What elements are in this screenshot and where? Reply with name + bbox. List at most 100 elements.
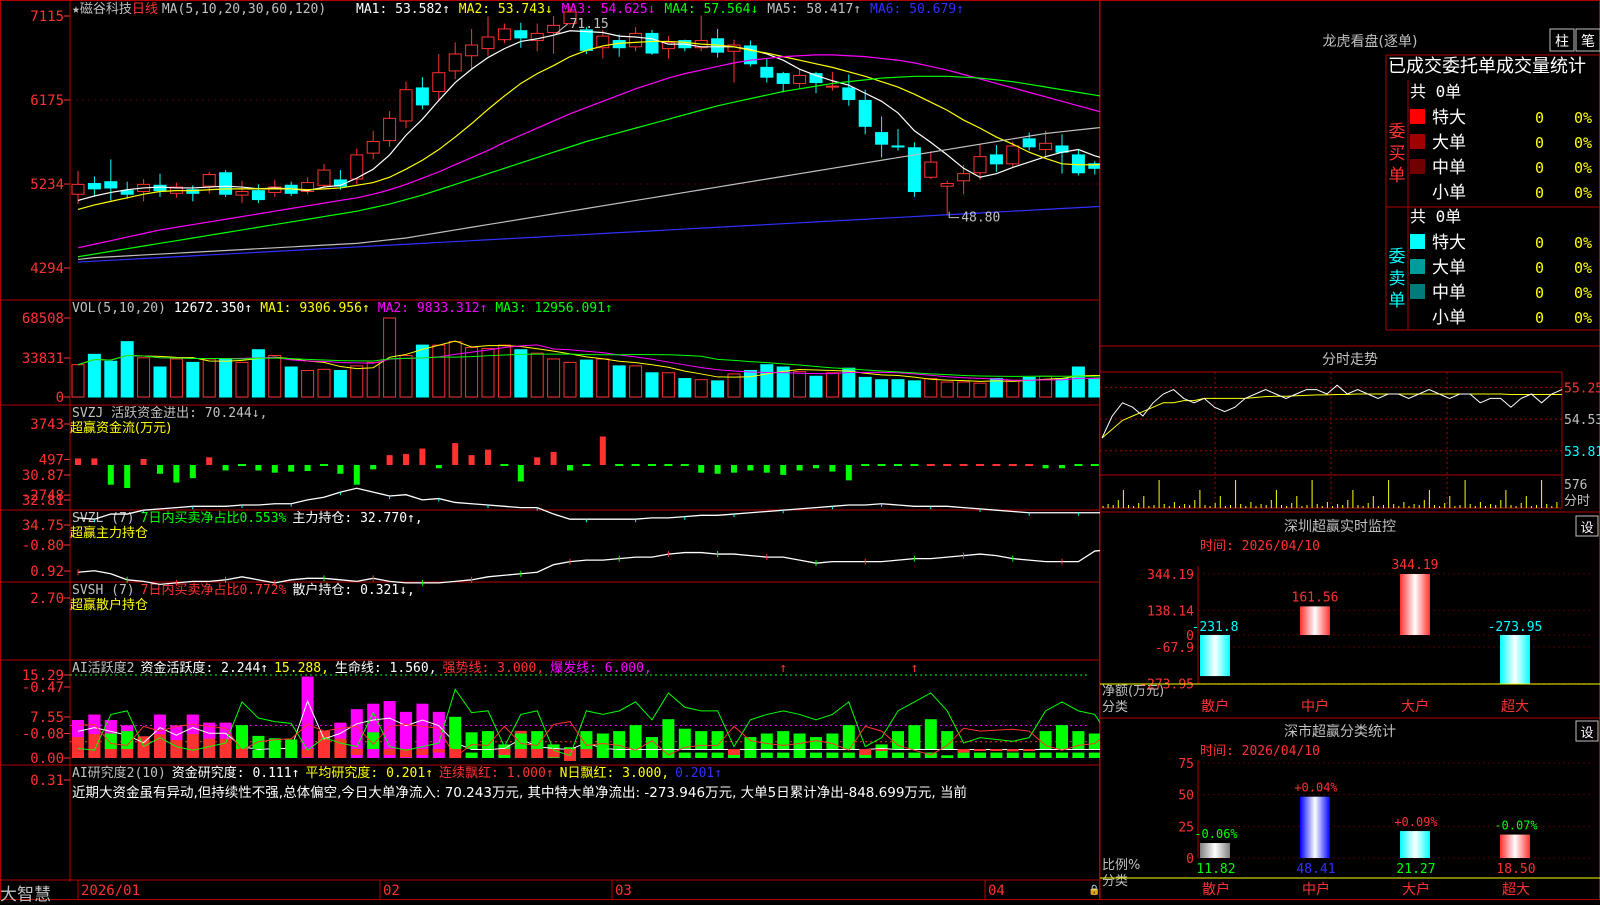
buy-row-value-0: 0 xyxy=(1535,109,1544,127)
classify-bar-value-1: 48.41 xyxy=(1296,862,1335,877)
svzj-bar-47 xyxy=(845,465,852,481)
aihy-label-2: 0.00 xyxy=(30,751,64,767)
monitor-bar-0 xyxy=(1200,635,1230,677)
candle-body-21 xyxy=(415,87,429,106)
svsh-label-0: 2.70 xyxy=(30,591,64,607)
svzj-bar-21 xyxy=(419,448,426,465)
main-chart-area[interactable]: 7115617552344294685083383103743497-27483… xyxy=(0,0,1100,900)
vol-bar-2 xyxy=(104,360,118,398)
aiyj-bar-36 xyxy=(662,719,675,749)
candle-body-59 xyxy=(1039,142,1053,151)
aiyj-label-2: -0.47 xyxy=(22,680,64,696)
candle-body-19 xyxy=(383,117,397,142)
aiyj-bar-11 xyxy=(252,735,265,749)
svzj-bar-29 xyxy=(550,451,557,465)
vol-bar-20 xyxy=(399,354,413,398)
aiyj-bar-8 xyxy=(203,749,216,755)
monitor-axis-4: -273.95 xyxy=(1139,678,1194,693)
aihy-bar-15 xyxy=(318,730,330,758)
vol-bar-51 xyxy=(907,380,921,398)
aihy-arrow-1: ↑ xyxy=(779,661,787,676)
aiyj-bar-40 xyxy=(728,749,740,755)
classify-date: 时间: 2026/04/10 xyxy=(1200,744,1320,759)
fenshi-chart[interactable]: 55.25 54.53 53.81 576分时 xyxy=(1100,371,1600,509)
aihy-cap-0 xyxy=(72,720,84,738)
bar-mode-label: 柱 xyxy=(1555,34,1569,50)
price-label-3: 4294 xyxy=(30,261,64,277)
vol-bar-14 xyxy=(301,369,315,398)
aiyj-bar-15 xyxy=(318,749,330,751)
brand-label: 大智慧 xyxy=(0,885,51,905)
vol-bar-7 xyxy=(186,361,200,398)
candle-body-58 xyxy=(1022,138,1036,148)
candle-body-42 xyxy=(760,66,774,78)
candle-body-0 xyxy=(71,183,85,195)
svzj-bar-28 xyxy=(534,457,541,465)
candle-body-8 xyxy=(202,174,216,187)
aiyj-bar-24 xyxy=(465,732,478,749)
vol-bar-52 xyxy=(924,378,938,398)
aiyj-bar-42 xyxy=(760,733,773,749)
svzj-bar-12 xyxy=(271,465,278,473)
sell-label-1: 卖 xyxy=(1389,269,1406,289)
monitor-bar-3 xyxy=(1500,635,1530,684)
aihy-bar-60 xyxy=(1056,752,1068,758)
candle-body-15 xyxy=(317,169,331,186)
candle-body-49 xyxy=(875,132,889,145)
aiyj-bar-34 xyxy=(629,725,642,749)
aiyj-bar-27 xyxy=(514,733,527,749)
aihy-bar-56 xyxy=(990,752,1003,758)
svg-text:VOL(5,10,20)12672.350↑MA1: 930: VOL(5,10,20) 12672.350↑ MA1: 9306.956↑ MA2:… xyxy=(72,301,613,316)
svzj-bars xyxy=(75,436,1099,489)
lock-icon[interactable]: 🔒 xyxy=(1088,884,1100,896)
buy-row-value-3: 0 xyxy=(1535,184,1544,202)
svzj-bar-20 xyxy=(403,454,409,465)
svzj-bar-2 xyxy=(107,465,114,485)
sell-row-value-0: 0 xyxy=(1535,234,1544,252)
candle-body-35 xyxy=(645,32,659,54)
vol-bar-41 xyxy=(743,369,757,398)
aiyj-bar-10 xyxy=(236,725,248,749)
vol-bar-24 xyxy=(465,346,479,398)
monitor-axis-0: 344.19 xyxy=(1147,568,1194,583)
x-label-2: 03 xyxy=(615,883,632,899)
vol-bar-36 xyxy=(661,372,675,398)
svsh-label-1: 0.92 xyxy=(30,564,64,580)
monitor-bar-2 xyxy=(1400,574,1430,635)
svg-text:AI研究度2(10)资金研究度: 0.111↑平均研究度:: AI研究度2(10) 资金研究度: 0.111↑ 平均研究度: 0.201↑ 连续飘红… xyxy=(72,765,722,781)
svzj-label-0: 3743 xyxy=(30,417,64,433)
vol-bar-54 xyxy=(957,381,971,398)
candle-body-44 xyxy=(793,74,807,84)
aiyj-bar-54 xyxy=(957,749,970,753)
buy-row-value-2: 0 xyxy=(1535,159,1544,177)
fenshi-avg-line xyxy=(1101,393,1562,439)
sell-row-pct-3: 0% xyxy=(1574,309,1592,327)
aihy-bar-11 xyxy=(252,749,265,758)
aihy-arrow-2: ↑ xyxy=(910,661,918,676)
buy-row-pct-0: 0% xyxy=(1574,109,1592,127)
svzj-bar-7 xyxy=(189,465,196,479)
svzj-bar-27 xyxy=(517,465,524,482)
vol-bar-12 xyxy=(268,354,282,398)
sell-row-name-0: 特大 xyxy=(1432,233,1466,253)
candle-body-55 xyxy=(973,156,987,174)
aihy-t0: AI活跃度2 xyxy=(72,660,134,676)
svsh-title: SVSH (7) xyxy=(72,583,135,598)
svzj-bar-25 xyxy=(485,449,491,465)
x-label-0: 2026/01 xyxy=(81,883,140,899)
ma-lines xyxy=(77,30,1100,263)
classify-bar-delta-0: -0.06% xyxy=(1194,827,1238,841)
svzl-t1: 7日内买卖净占比0.553% xyxy=(141,510,287,526)
monitor-bar-1 xyxy=(1300,606,1330,635)
volume-bars xyxy=(71,317,1100,398)
svzj-bar-6 xyxy=(173,465,180,483)
classify-axis-1: 50 xyxy=(1178,789,1194,804)
vol-bar-3 xyxy=(120,341,134,398)
aihy-t5: 爆发线: 6.000, xyxy=(550,660,652,676)
aiyj-note: 近期大资金虽有异动,但持续性不强,总体偏空,今日大单净流入: 70.243万元,… xyxy=(72,784,967,801)
aiyj-bar-44 xyxy=(793,733,806,749)
ma-legend-5: MA5: 58.417↑ xyxy=(767,2,861,17)
classify-cat-1: 中户 xyxy=(1302,881,1330,898)
buy-swatch-0 xyxy=(1410,109,1425,124)
candle-body-22 xyxy=(432,72,446,92)
